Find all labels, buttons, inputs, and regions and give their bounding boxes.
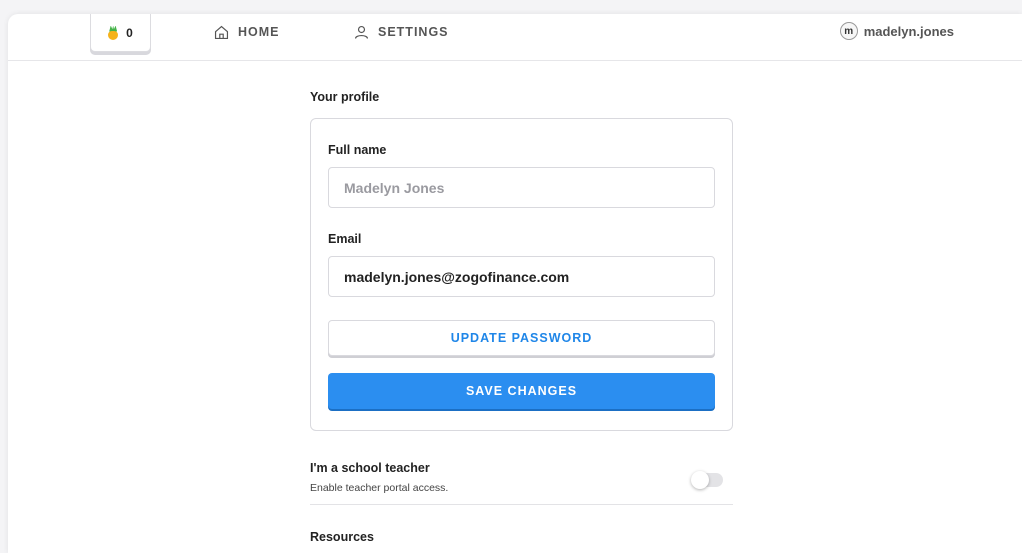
teacher-toggle[interactable] — [691, 471, 723, 489]
coin-count: 0 — [126, 25, 133, 40]
toggle-knob — [691, 471, 709, 489]
resources-title: Resources — [310, 530, 374, 544]
pineapple-icon — [108, 25, 119, 40]
update-password-button[interactable]: UPDATE PASSWORD — [328, 320, 715, 356]
save-changes-button[interactable]: SAVE CHANGES — [328, 373, 715, 409]
email-field[interactable] — [328, 256, 715, 297]
nav-settings[interactable]: SETTINGS — [353, 22, 449, 42]
profile-section-title: Your profile — [310, 90, 380, 104]
nav-home-label: HOME — [238, 25, 280, 39]
teacher-subtitle: Enable teacher portal access. — [310, 482, 449, 494]
avatar: m — [839, 22, 858, 40]
username: madelyn.jones — [863, 23, 954, 39]
divider — [310, 504, 733, 505]
email-label: Email — [328, 232, 362, 246]
home-icon — [214, 25, 229, 39]
nav-home[interactable]: HOME — [213, 22, 280, 42]
person-icon — [354, 25, 369, 39]
full-name-label: Full name — [328, 143, 387, 157]
app-window: 0 HOME SETTINGS m madelyn.jones Your pro… — [8, 14, 1022, 553]
teacher-title: I'm a school teacher — [310, 461, 430, 475]
top-nav-bar: 0 HOME SETTINGS m madelyn.jones — [8, 14, 1022, 61]
coin-counter[interactable]: 0 — [90, 14, 151, 52]
full-name-field[interactable] — [328, 167, 715, 208]
user-menu[interactable]: m madelyn.jones — [839, 22, 954, 40]
nav-settings-label: SETTINGS — [378, 25, 449, 39]
profile-card: Full name Email UPDATE PASSWORD SAVE CHA… — [310, 118, 733, 431]
